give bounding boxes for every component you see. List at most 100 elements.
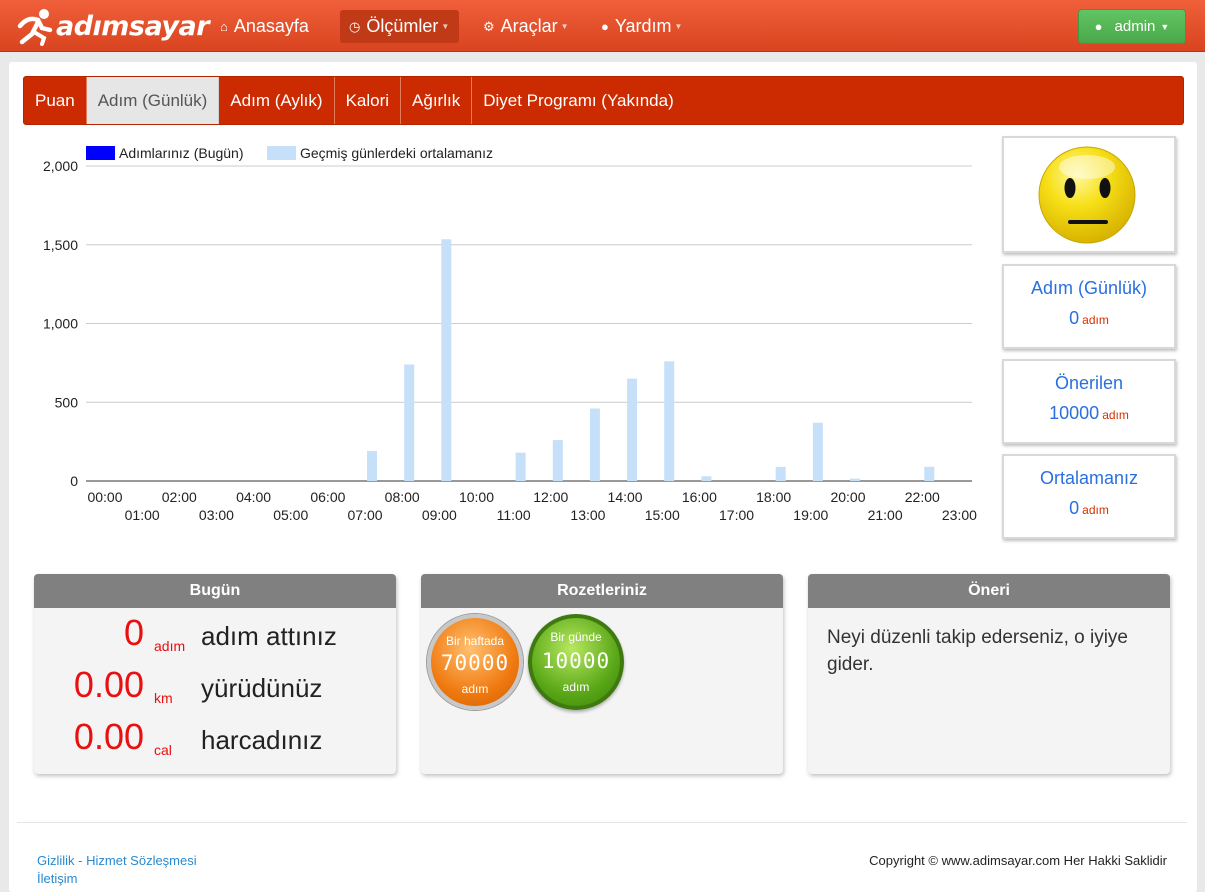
y-tick-label: 1,000 xyxy=(43,316,78,332)
nav-olcumler[interactable]: ◷ Ölçümler ▼ xyxy=(340,10,459,43)
chart-bars xyxy=(367,239,935,481)
x-tick-label: 12:00 xyxy=(533,489,568,505)
nav-label: Ölçümler xyxy=(366,16,439,36)
x-tick-label: 10:00 xyxy=(459,489,494,505)
footer-link-privacy-terms[interactable]: Gizlilik - Hizmet Sözleşmesi xyxy=(37,853,197,868)
legend-swatch xyxy=(86,146,115,160)
steps-unit: adım xyxy=(154,638,186,654)
legend-swatch xyxy=(267,146,296,160)
brand-name: adımsayar xyxy=(56,10,210,42)
tab-kalori[interactable]: Kalori xyxy=(335,77,402,124)
nav-yardim[interactable]: ● Yardım ▼ xyxy=(592,10,691,43)
caret-down-icon: ▼ xyxy=(1160,21,1170,32)
nav-anasayfa[interactable]: ⌂ Anasayfa xyxy=(211,10,318,43)
today-panel-title: Bugün xyxy=(34,574,396,608)
recommended-value: 10000 xyxy=(1049,403,1100,423)
bar-average-1800 xyxy=(775,466,786,481)
x-tick-label: 11:00 xyxy=(497,507,531,523)
calories-unit: cal xyxy=(154,742,172,758)
chart-x-axis: 00:0001:0002:0003:0004:0005:0006:0007:00… xyxy=(87,489,977,523)
advice-panel-title: Öneri xyxy=(808,574,1170,608)
tab-adim-aylik[interactable]: Adım (Aylık) xyxy=(219,77,335,124)
x-tick-label: 04:00 xyxy=(236,489,271,505)
badge-line1: Bir günde xyxy=(550,630,602,644)
bar-average-1200 xyxy=(552,440,563,481)
x-tick-label: 17:00 xyxy=(719,507,754,523)
x-tick-label: 05:00 xyxy=(273,507,308,523)
bar-average-2200 xyxy=(924,466,935,481)
badge-number: 10000 xyxy=(541,649,611,673)
daily-steps-value-row: 0 adım xyxy=(1004,308,1174,329)
x-tick-label: 07:00 xyxy=(348,507,383,523)
x-tick-label: 23:00 xyxy=(942,507,977,523)
x-tick-label: 13:00 xyxy=(570,507,605,523)
x-tick-label: 20:00 xyxy=(830,489,865,505)
bar-average-0700 xyxy=(367,451,378,481)
x-tick-label: 08:00 xyxy=(385,489,420,505)
y-tick-label: 1,500 xyxy=(43,237,78,253)
y-tick-label: 500 xyxy=(55,394,79,410)
badges-panel-title: Rozetleriniz xyxy=(421,574,783,608)
recommended-title: Önerilen xyxy=(1054,373,1124,393)
nav-label: Yardım xyxy=(614,16,672,36)
steps-value: 0 xyxy=(123,612,144,653)
stat-row-calories: 0.00 cal harcadınız xyxy=(34,716,396,762)
mood-box xyxy=(1002,136,1176,253)
chart-legend: Adımlarınız (Bugün) Geçmiş günlerdeki ort… xyxy=(86,145,493,161)
bar-average-2000 xyxy=(849,478,860,481)
top-navbar: adımsayar ⌂ Anasayfa ◷ Ölçümler ▼ ⚙ Araç… xyxy=(0,0,1205,52)
tab-agirlik[interactable]: Ağırlık xyxy=(401,77,473,124)
tab-adim-gunluk[interactable]: Adım (Günlük) xyxy=(86,77,220,124)
user-icon: ● xyxy=(1094,19,1103,34)
x-tick-label: 16:00 xyxy=(682,489,717,505)
nav-label: Anasayfa xyxy=(233,16,309,36)
caret-down-icon: ▼ xyxy=(560,22,569,31)
x-tick-label: 14:00 xyxy=(608,489,643,505)
badge-daily-10000[interactable]: Bir günde 10000 adım xyxy=(528,614,624,710)
tab-puan[interactable]: Puan xyxy=(24,77,87,124)
clock-icon: ◷ xyxy=(349,18,361,34)
badges-panel: Rozetleriniz Bir haftada 70000 adım Bir … xyxy=(421,574,783,774)
today-panel: Bugün 0 adım adım attınız 0.00 km yürüdü… xyxy=(34,574,396,774)
caret-down-icon: ▼ xyxy=(441,22,450,31)
legend-label: Geçmiş günlerdeki ortalamanız xyxy=(300,145,493,161)
badge-weekly-70000[interactable]: Bir haftada 70000 adım xyxy=(427,614,523,710)
daily-steps-title: Adım (Günlük) xyxy=(1030,278,1148,298)
distance-unit: km xyxy=(154,690,173,706)
user-menu-button[interactable]: ● admin ▼ xyxy=(1078,9,1186,44)
footer-link-contact[interactable]: İletişim xyxy=(37,871,77,886)
steps-text: adım attınız xyxy=(201,621,337,651)
x-tick-label: 01:00 xyxy=(125,507,160,523)
x-tick-label: 00:00 xyxy=(87,489,122,505)
bar-average-1300 xyxy=(589,408,600,481)
tab-diyet-programi[interactable]: Diyet Programı (Yakında) xyxy=(472,77,685,124)
bar-average-0900 xyxy=(441,239,452,481)
user-label: admin xyxy=(1114,18,1156,35)
x-tick-label: 21:00 xyxy=(868,507,903,523)
badge-line1: Bir haftada xyxy=(445,634,505,648)
x-tick-label: 03:00 xyxy=(199,507,234,523)
badge-number: 70000 xyxy=(440,651,510,675)
average-value-row: 0 adım xyxy=(1004,498,1174,519)
bar-average-1500 xyxy=(664,361,675,481)
x-tick-label: 18:00 xyxy=(756,489,791,505)
nav-label: Araçlar xyxy=(500,16,558,36)
stat-row-distance: 0.00 km yürüdünüz xyxy=(34,664,396,710)
nav-araclar[interactable]: ⚙ Araçlar ▼ xyxy=(474,10,578,43)
brand-logo[interactable]: adımsayar xyxy=(14,6,210,46)
gear-icon: ⚙ xyxy=(483,18,495,34)
recommended-value-row: 10000 adım xyxy=(1004,403,1174,424)
stat-row-steps: 0 adım adım attınız xyxy=(34,612,396,658)
average-steps-box: Ortalamanız 0 adım xyxy=(1002,454,1176,539)
x-tick-label: 22:00 xyxy=(905,489,940,505)
footer-copyright: Copyright © www.adimsayar.com Her Hakki … xyxy=(869,853,1167,868)
caret-down-icon: ▼ xyxy=(674,22,683,31)
average-title: Ortalamanız xyxy=(1039,468,1139,488)
daily-steps-box: Adım (Günlük) 0 adım xyxy=(1002,264,1176,349)
y-tick-label: 2,000 xyxy=(43,158,78,174)
y-tick-label: 0 xyxy=(70,473,78,489)
bar-average-1400 xyxy=(627,378,638,481)
distance-text: yürüdünüz xyxy=(201,673,323,703)
daily-steps-unit: adım xyxy=(1082,313,1109,327)
distance-value: 0.00 xyxy=(73,664,144,705)
